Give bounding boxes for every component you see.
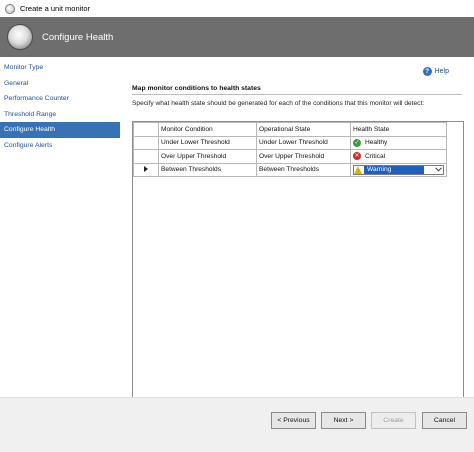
content-pane: ? Help Map monitor conditions to health … (126, 57, 474, 432)
nav-item-monitor-type[interactable]: Monitor Type (0, 60, 122, 76)
wizard-nav: Monitor Type General Performance Counter… (0, 57, 122, 397)
current-row-arrow-icon (144, 165, 148, 172)
row-selector[interactable] (133, 162, 159, 177)
help-label: Help (434, 68, 449, 75)
cell-monitor-condition[interactable]: Between Thresholds (158, 162, 257, 177)
column-header-monitor-condition[interactable]: Monitor Condition (158, 122, 257, 137)
cell-monitor-condition[interactable]: Under Lower Threshold (158, 135, 257, 150)
cell-operational-state[interactable]: Between Thresholds (256, 162, 351, 177)
table-row[interactable]: Between Thresholds Between Thresholds Wa… (133, 162, 447, 177)
table-row[interactable]: Over Upper Threshold Over Upper Threshol… (133, 149, 447, 164)
health-state-selected-value: Warning (364, 165, 424, 174)
health-state-label: Healthy (365, 139, 388, 147)
previous-button[interactable]: < Previous (271, 412, 316, 429)
row-selector[interactable] (133, 135, 159, 150)
window-title: Create a unit monitor (20, 4, 91, 13)
cell-operational-state[interactable]: Over Upper Threshold (256, 149, 351, 164)
instructions-text: Specify what health state should be gene… (132, 100, 425, 107)
nav-item-performance-counter[interactable]: Performance Counter (0, 91, 122, 107)
row-selector[interactable] (133, 149, 159, 164)
health-mapping-grid: Monitor Condition Operational State Heal… (132, 121, 464, 432)
next-button[interactable]: Next > (321, 412, 366, 429)
nav-item-threshold-range[interactable]: Threshold Range (0, 107, 122, 123)
nav-item-configure-alerts[interactable]: Configure Alerts (0, 138, 122, 154)
error-circle-icon: ✕ (353, 152, 361, 161)
table-row[interactable]: Under Lower Threshold Under Lower Thresh… (133, 135, 447, 150)
row-selector-header (133, 122, 159, 137)
cell-operational-state[interactable]: Under Lower Threshold (256, 135, 351, 150)
check-circle-icon: ✓ (353, 138, 361, 147)
cell-health-state[interactable]: ✕ Critical (350, 149, 447, 164)
cell-health-state[interactable]: ✓ Healthy (350, 135, 447, 150)
nav-item-general[interactable]: General (0, 76, 122, 92)
cancel-button[interactable]: Cancel (422, 412, 467, 429)
help-link[interactable]: ? Help (422, 67, 449, 76)
wizard-footer: < Previous Next > Create Cancel (0, 397, 474, 452)
chevron-down-icon[interactable] (433, 166, 443, 174)
app-icon (5, 3, 15, 14)
page-title: Configure Health (42, 31, 114, 43)
cell-health-state[interactable]: Warning (350, 162, 447, 177)
wizard-icon (7, 24, 33, 50)
create-button[interactable]: Create (371, 412, 416, 429)
section-title: Map monitor conditions to health states (132, 85, 261, 92)
cell-monitor-condition[interactable]: Over Upper Threshold (158, 149, 257, 164)
health-state-dropdown[interactable]: Warning (353, 164, 444, 175)
grid-header-row: Monitor Condition Operational State Heal… (133, 122, 447, 137)
title-bar: Create a unit monitor (0, 0, 474, 17)
wizard-header: Configure Health (0, 17, 474, 57)
help-icon: ? (422, 67, 432, 76)
warning-triangle-icon (354, 165, 362, 174)
nav-item-configure-health[interactable]: Configure Health (0, 122, 120, 138)
column-header-operational-state[interactable]: Operational State (256, 122, 351, 137)
health-state-label: Critical (365, 152, 386, 160)
section-header: Map monitor conditions to health states (132, 85, 462, 95)
column-header-health-state[interactable]: Health State (350, 122, 447, 137)
